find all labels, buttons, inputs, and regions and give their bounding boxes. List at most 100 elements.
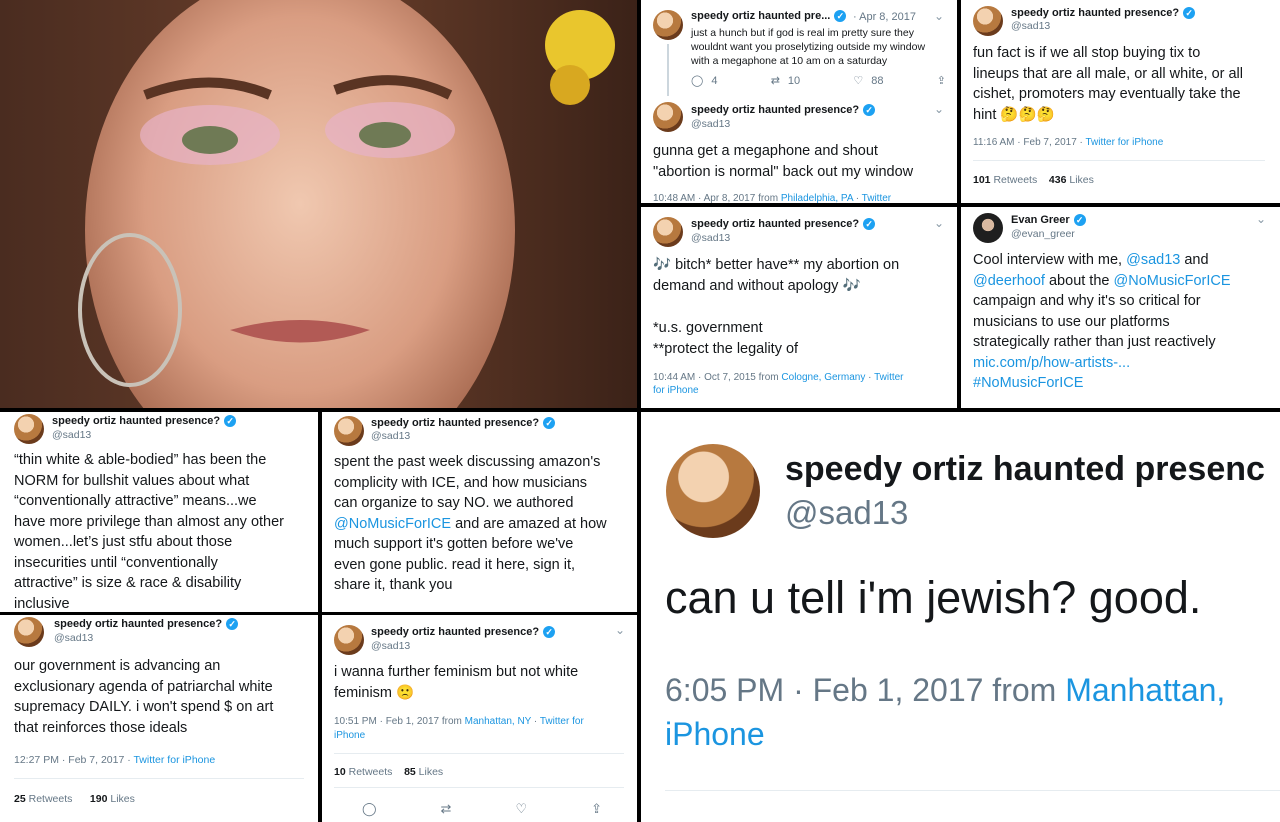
tweet-thread-megaphone: speedy ortiz haunted pre... ✓ · Apr 8, 20…: [641, 0, 957, 203]
portrait-photo: [0, 0, 637, 408]
hashtag-link[interactable]: #NoMusicForICE: [973, 375, 1083, 391]
tweet-meta: 10:44 AM · Oct 7, 2015 from Cologne, Ger…: [653, 372, 904, 396]
tweet-date[interactable]: · Apr 8, 2017: [853, 11, 916, 23]
evan-greer-avatar[interactable]: [973, 213, 1003, 243]
author-avatar[interactable]: [334, 625, 364, 655]
chevron-down-icon[interactable]: ⌄: [934, 9, 944, 23]
tweet-text: can u tell i'm jewish? good.: [665, 572, 1202, 623]
retweets-label[interactable]: Retweets: [993, 174, 1037, 186]
author-name[interactable]: speedy ortiz haunted pre... ✓: [691, 10, 847, 23]
retweet-icon[interactable]: ⇄: [441, 801, 452, 817]
author-avatar[interactable]: [973, 6, 1003, 36]
author-avatar[interactable]: [653, 10, 683, 40]
retweet-button[interactable]: ⇄ 10: [771, 74, 800, 88]
mention-link[interactable]: @sad13: [1126, 252, 1180, 268]
chevron-down-icon[interactable]: ⌄: [934, 102, 944, 116]
author-handle[interactable]: @sad13: [691, 118, 730, 130]
tweet-stats: 10 Retweets 85 Likes: [334, 766, 444, 778]
chevron-down-icon[interactable]: ⌄: [934, 216, 944, 230]
verified-badge-icon: ✓: [226, 618, 239, 631]
author-handle[interactable]: @sad13: [691, 232, 730, 244]
author-handle[interactable]: @sad13: [371, 640, 410, 652]
divider: [973, 160, 1265, 161]
reply-button[interactable]: ◯ 4: [691, 74, 717, 88]
frowning-face-emoji: 🙁: [396, 685, 415, 701]
tweet-thin-white: speedy ortiz haunted presence? ✓ @sad13 “…: [0, 412, 318, 612]
client-link[interactable]: Twitter: [862, 193, 891, 203]
chevron-down-icon[interactable]: ⌄: [615, 623, 625, 637]
author-avatar[interactable]: [666, 444, 760, 538]
divider: [334, 753, 624, 754]
author-handle[interactable]: @sad13: [54, 632, 93, 644]
author-avatar[interactable]: [653, 102, 683, 132]
location-link[interactable]: Manhattan, NY: [465, 716, 532, 727]
divider: [665, 790, 1280, 791]
author-handle[interactable]: @sad13: [371, 430, 410, 442]
author-name[interactable]: speedy ortiz haunted presence? ✓: [52, 415, 237, 428]
author-name[interactable]: speedy ortiz haunted presence? ✓: [1011, 7, 1196, 20]
author-avatar[interactable]: [653, 217, 683, 247]
author-avatar[interactable]: [14, 414, 44, 444]
author-name[interactable]: speedy ortiz haunted presence? ✓: [371, 626, 556, 639]
tweet-government: speedy ortiz haunted presence? ✓ @sad13 o…: [0, 615, 318, 822]
author-handle[interactable]: @sad13: [52, 429, 91, 441]
tweet-meta: 11:16 AM · Feb 7, 2017 · Twitter for iPh…: [973, 137, 1164, 148]
share-icon: ⇪: [936, 75, 946, 87]
heart-icon[interactable]: ♡: [515, 801, 527, 817]
mention-link[interactable]: @NoMusicForICE: [334, 516, 451, 532]
tweet-meta: 10:48 AM · Apr 8, 2017 from Philadelphia…: [653, 193, 892, 203]
tweet-white-feminism: speedy ortiz haunted presence? ✓ @sad13 ⌄…: [322, 615, 637, 822]
mention-link[interactable]: @deerhoof: [973, 273, 1045, 289]
author-name[interactable]: speedy ortiz haunted presence? ✓: [371, 417, 556, 430]
client-link[interactable]: Twitter for iPhone: [1085, 137, 1163, 148]
verified-badge-icon: ✓: [224, 415, 237, 428]
share-icon[interactable]: ⇪: [591, 801, 602, 817]
retweets-label[interactable]: Retweets: [349, 766, 393, 778]
verified-badge-icon: ✓: [1073, 214, 1086, 227]
verified-badge-icon: ✓: [1183, 7, 1196, 20]
verified-badge-icon: ✓: [543, 417, 556, 430]
heart-icon: ♡: [853, 75, 864, 87]
tweet-actions: ◯ 4 ⇄ 10 ♡ 88 ⇪: [691, 74, 946, 88]
divider: [14, 778, 304, 779]
tweet-abortion-lyrics: speedy ortiz haunted presence? ✓ @sad13 ⌄…: [641, 207, 957, 408]
share-button[interactable]: ⇪: [937, 74, 946, 87]
client-link[interactable]: Twitter for iPhone: [133, 754, 215, 766]
mention-link[interactable]: @NoMusicForICE: [1114, 273, 1231, 289]
location-link[interactable]: Philadelphia, PA: [781, 193, 853, 203]
author-name[interactable]: speedy ortiz haunted presenc: [785, 450, 1265, 489]
location-link[interactable]: Cologne, Germany: [781, 372, 865, 383]
tweet-evan-greer: Evan Greer ✓ @evan_greer ⌄ Cool interview…: [961, 207, 1280, 408]
music-note-emoji: 🎶: [842, 278, 861, 294]
author-handle[interactable]: @sad13: [785, 494, 908, 532]
tweet-text: i wanna further feminism but not white f…: [334, 664, 579, 701]
likes-label[interactable]: Likes: [110, 793, 135, 805]
reply-icon[interactable]: ◯: [362, 801, 377, 817]
author-name[interactable]: speedy ortiz haunted presence? ✓: [691, 218, 876, 231]
author-handle[interactable]: @sad13: [1011, 20, 1050, 32]
verified-badge-icon: ✓: [543, 626, 556, 639]
author-name[interactable]: Evan Greer ✓: [1011, 214, 1086, 227]
like-button[interactable]: ♡ 88: [853, 74, 883, 88]
author-avatar[interactable]: [334, 416, 364, 446]
music-note-emoji: 🎶: [653, 257, 672, 273]
author-avatar[interactable]: [14, 617, 44, 647]
tweet-meta: 6:05 PM · Feb 1, 2017 from Manhattan, iP…: [665, 672, 1226, 752]
author-handle[interactable]: @evan_greer: [1011, 228, 1075, 240]
author-name[interactable]: speedy ortiz haunted presence? ✓: [691, 104, 876, 117]
thread-line: [667, 44, 669, 96]
likes-label[interactable]: Likes: [419, 766, 444, 778]
verified-badge-icon: ✓: [863, 104, 876, 117]
thinking-face-emoji: 🤔🤔🤔: [1000, 106, 1055, 123]
portrait-image: [0, 0, 637, 408]
verified-badge-icon: ✓: [834, 10, 847, 23]
tweet-text: fun fact is if we all stop buying tix to…: [973, 45, 1243, 123]
chevron-down-icon[interactable]: ⌄: [1256, 212, 1266, 226]
tweet-amazon-ice: speedy ortiz haunted presence? ✓ @sad13 s…: [322, 412, 637, 612]
author-name[interactable]: speedy ortiz haunted presence? ✓: [54, 618, 239, 631]
tweet-text: gunna get a megaphone and shout "abortio…: [653, 143, 914, 180]
likes-label[interactable]: Likes: [1069, 174, 1094, 186]
retweets-label[interactable]: Retweets: [29, 793, 73, 805]
tweet-text: Cool interview with me, @sad13 and @deer…: [973, 252, 1231, 391]
url-link[interactable]: mic.com/p/how-artists-...: [973, 355, 1130, 371]
